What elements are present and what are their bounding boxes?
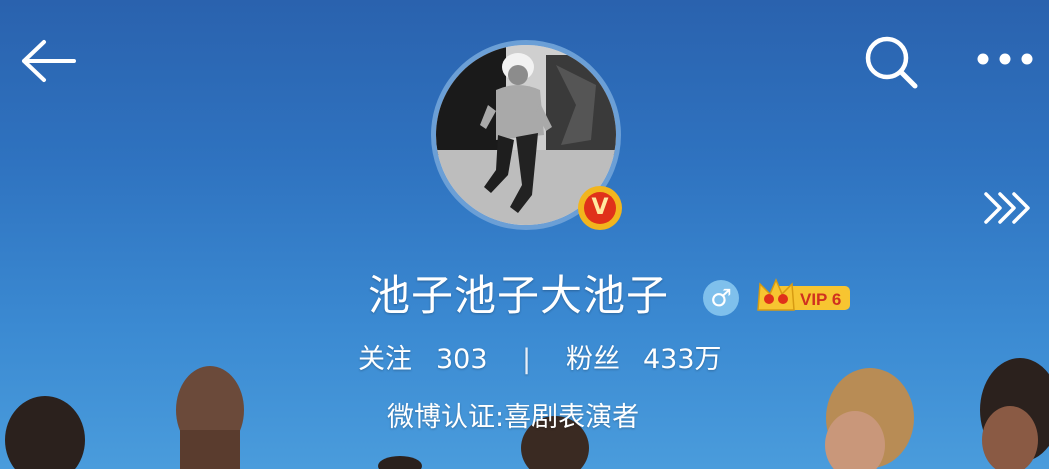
male-gender-icon: ♂ (703, 280, 739, 316)
verification-text: 微博认证:喜剧表演者 (387, 402, 640, 433)
username: 池子池子大池子 (368, 271, 670, 320)
following-label[interactable]: 关注 (358, 340, 412, 380)
following-count[interactable]: 303 (436, 340, 488, 380)
vip-crown-icon: VIP 6 (757, 278, 850, 311)
back-button[interactable] (18, 36, 78, 86)
search-icon (865, 36, 918, 89)
fans-count[interactable]: 433万 (643, 340, 722, 380)
verified-v-icon: V (584, 192, 616, 224)
triple-chevron-right-icon (984, 192, 1030, 224)
vip-badge[interactable]: VIP 6 (756, 276, 852, 316)
stats-divider: | (522, 344, 532, 375)
back-arrow-icon (22, 40, 76, 82)
search-button[interactable] (862, 34, 922, 90)
more-button[interactable] (972, 44, 1038, 74)
more-dots-icon (977, 53, 1033, 65)
verified-badge: V (578, 186, 622, 230)
fans-label[interactable]: 粉丝 (566, 340, 620, 380)
name-row: 池子池子大池子 ♂ VIP 6 (0, 268, 1049, 324)
profile-header-background: V 池子池子大池子 ♂ VIP 6 关注 303 | 粉丝 433万 微博认证:… (0, 0, 1049, 469)
profile-detail-button[interactable] (980, 188, 1036, 228)
vip-level-text: VIP 6 (800, 290, 841, 309)
